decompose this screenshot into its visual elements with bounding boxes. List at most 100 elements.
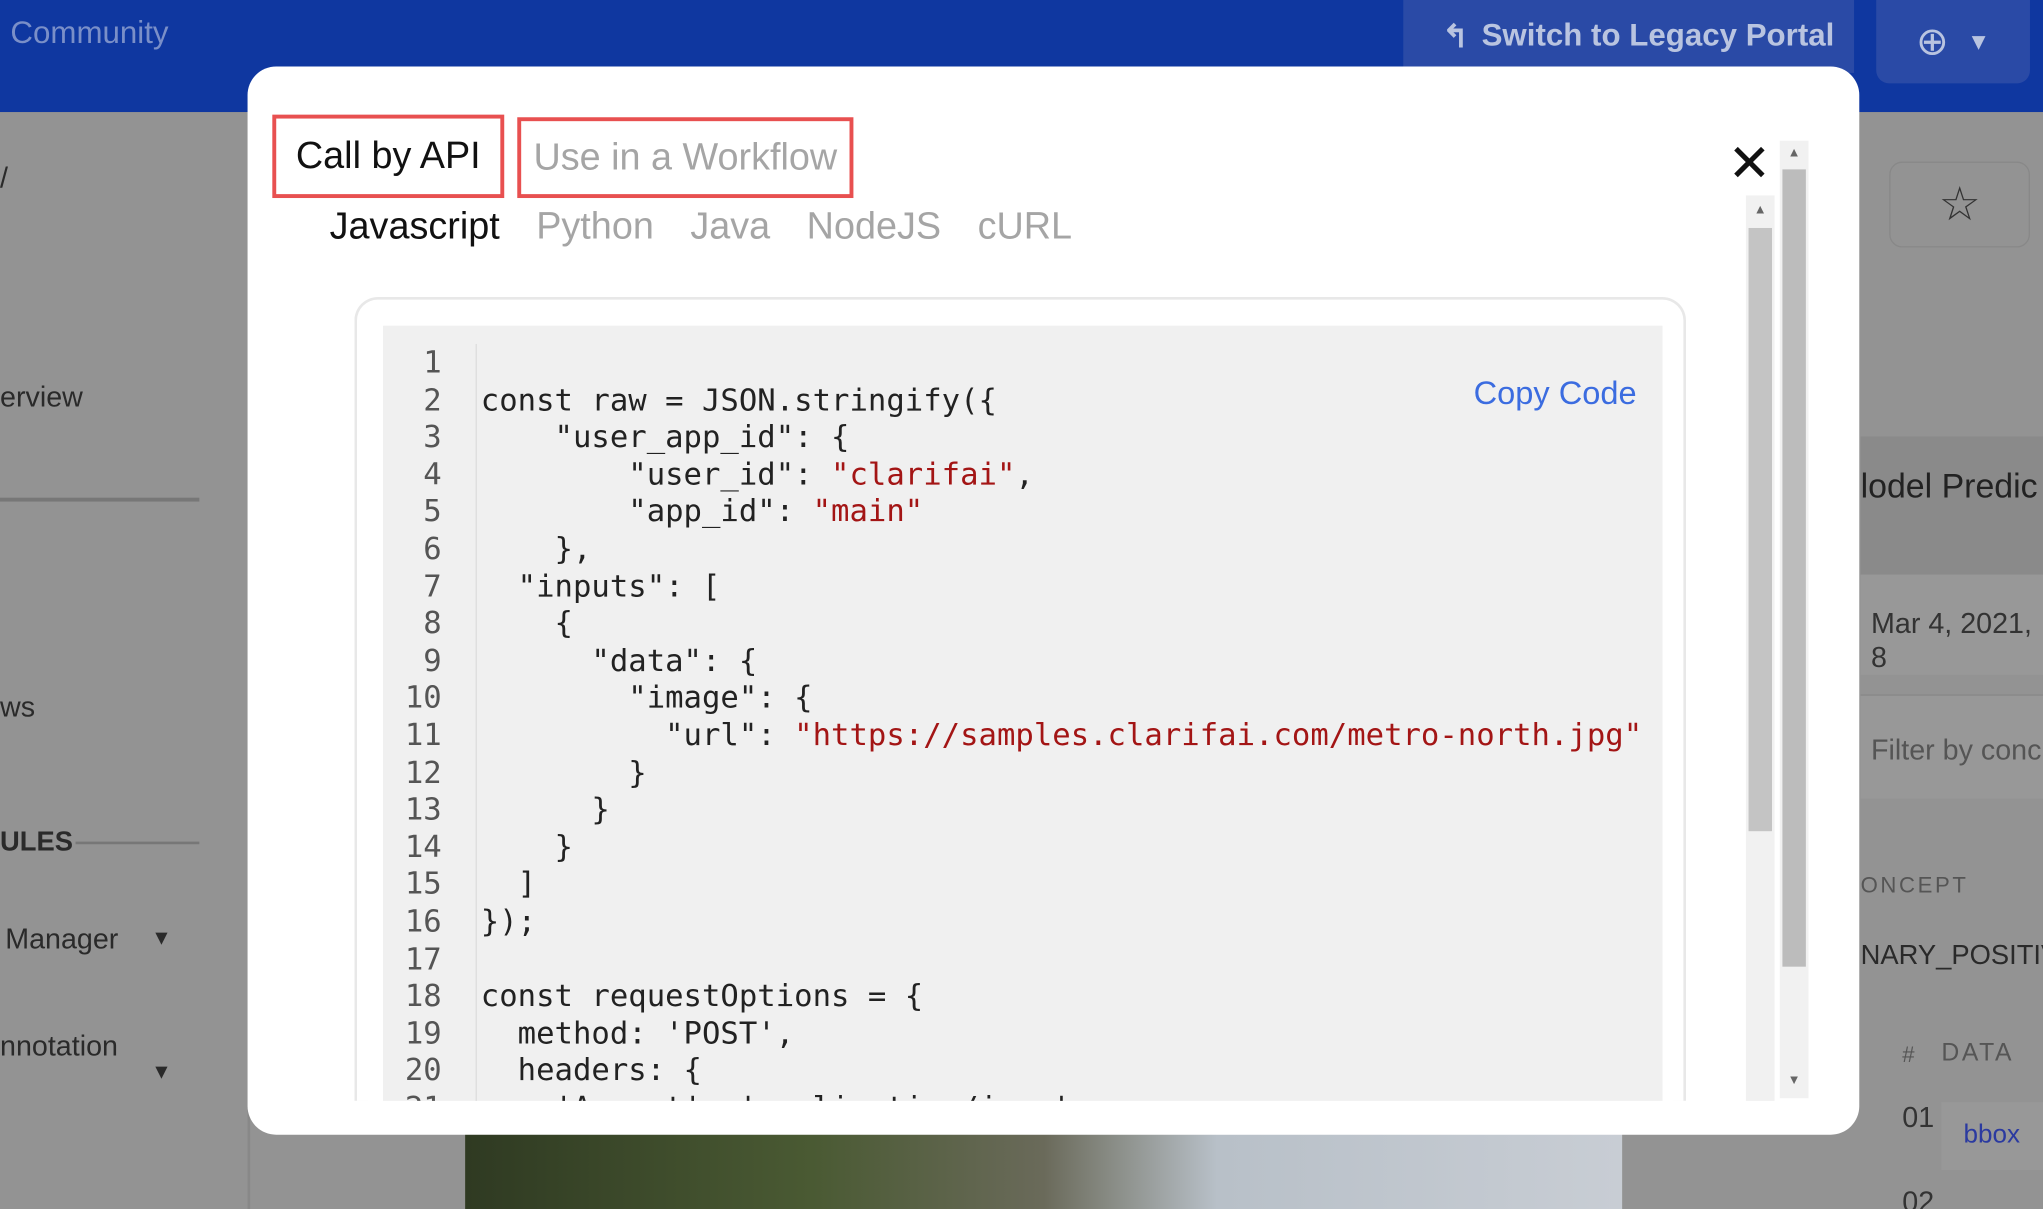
code-token: , <box>1015 455 1034 493</box>
code-token: "https://samples.clarifai.com/metro-nort… <box>794 716 1643 753</box>
row-number: 01 <box>1902 1100 1935 1134</box>
star-icon: ☆ <box>1938 177 1981 231</box>
code-line: "app_id": "main" <box>481 493 1642 530</box>
code-token: }); <box>480 902 537 940</box>
lang-tab-python[interactable]: Python <box>536 206 654 249</box>
code-token: } <box>480 790 610 828</box>
line-number: 10 <box>404 679 442 716</box>
code-token: "clarifai" <box>831 455 1016 493</box>
language-tabs: Javascript Python Java NodeJS cURL <box>330 206 1072 249</box>
code-scrollbar-thumb[interactable] <box>1748 227 1772 832</box>
switch-legacy-portal-button[interactable]: ↰ Switch to Legacy Portal <box>1403 0 1855 73</box>
code-token: headers: { <box>480 1051 702 1089</box>
code-line: headers: { <box>481 1052 1642 1089</box>
divider <box>75 841 200 845</box>
model-predictions-title: lodel Predic <box>1860 466 2038 506</box>
sidebar-item-annotation[interactable]: nnotation <box>0 1029 118 1063</box>
row-number: 02 <box>1902 1185 1935 1209</box>
code-token: const raw = JSON.stringify({ <box>480 381 997 418</box>
code-line: }, <box>481 530 1642 567</box>
plus-circle-icon: ⊕ <box>1915 20 1949 64</box>
code-line: } <box>481 828 1642 865</box>
line-numbers: 123456789101112131415161718192021 <box>383 343 477 1101</box>
line-number: 5 <box>423 492 442 530</box>
code-token: "image": { <box>480 679 813 716</box>
undo-arrow-icon: ↰ <box>1442 18 1469 55</box>
line-number: 20 <box>404 1051 442 1089</box>
line-number: 19 <box>404 1014 442 1051</box>
concept-value: NARY_POSITIV <box>1860 940 2043 971</box>
tab-call-by-api[interactable]: Call by API <box>272 114 505 199</box>
code-line: "inputs": [ <box>481 567 1642 604</box>
input-image-preview <box>465 1133 1623 1209</box>
code-lines: const raw = JSON.stringify({ "user_app_i… <box>481 344 1642 1101</box>
code-line: 'Accept': 'application/json', <box>481 1089 1642 1101</box>
line-number: 17 <box>404 939 442 977</box>
lang-tab-java[interactable]: Java <box>690 206 770 249</box>
filter-placeholder: Filter by conc <box>1871 733 2042 767</box>
star-button[interactable]: ☆ <box>1889 161 2030 248</box>
code-line: } <box>481 754 1642 791</box>
code-token: "url": <box>480 716 795 753</box>
scroll-down-arrow-icon[interactable]: ▼ <box>1788 1074 1801 1088</box>
caret-down-icon[interactable]: ▼ <box>151 1062 172 1085</box>
line-number: 16 <box>404 902 442 940</box>
sidebar-item-workflows[interactable]: ws <box>0 690 35 724</box>
line-number: 1 <box>423 343 442 381</box>
sidebar-item-overview[interactable]: erview <box>0 380 83 414</box>
hash-column-header: # <box>1902 1042 1915 1067</box>
line-number: 11 <box>404 716 442 753</box>
breadcrumb-slash: / <box>0 161 8 195</box>
code-token: 'Accept': 'application/json', <box>481 1089 1089 1101</box>
code-line: const requestOptions = { <box>481 977 1642 1014</box>
code-token: ] <box>480 865 537 902</box>
lang-tab-curl[interactable]: cURL <box>978 206 1072 249</box>
code-line: "image": { <box>481 679 1642 716</box>
code-block[interactable]: 123456789101112131415161718192021 const … <box>383 325 1663 1101</box>
prediction-date: Mar 4, 2021, 8 <box>1871 607 2032 674</box>
modal-scrollbar-thumb[interactable] <box>1782 169 1806 967</box>
line-number: 4 <box>423 455 442 493</box>
concept-column-header: ONCEPT <box>1860 872 1969 898</box>
line-number: 9 <box>423 641 442 679</box>
code-line: const raw = JSON.stringify({ <box>481 381 1642 418</box>
code-line: "data": { <box>481 642 1642 679</box>
line-number: 6 <box>423 530 442 567</box>
code-token: }, <box>480 530 592 567</box>
sidebar-item-manager[interactable]: Manager <box>5 922 118 956</box>
modules-heading: ULES <box>0 827 73 858</box>
code-line: { <box>481 605 1642 642</box>
code-line: method: 'POST', <box>481 1014 1642 1051</box>
close-icon[interactable]: ✕ <box>1728 138 1772 190</box>
code-token: { <box>480 604 573 642</box>
code-line: }); <box>481 903 1642 940</box>
scroll-up-arrow-icon[interactable]: ▲ <box>1788 146 1801 160</box>
legacy-label: Switch to Legacy Portal <box>1481 18 1835 54</box>
code-container: 123456789101112131415161718192021 const … <box>354 297 1686 1101</box>
nav-community-link[interactable]: Community <box>10 16 168 52</box>
code-token: "user_id": <box>628 455 832 493</box>
lang-tab-javascript[interactable]: Javascript <box>330 206 500 249</box>
code-token: "app_id": <box>628 492 813 530</box>
bbox-link[interactable]: bbox <box>1964 1120 2021 1150</box>
code-token: "user_app_id": { <box>554 418 850 455</box>
line-number: 13 <box>404 790 442 828</box>
code-line: ] <box>481 865 1642 902</box>
line-number: 3 <box>423 418 442 455</box>
caret-down-icon[interactable]: ▼ <box>151 928 172 951</box>
code-token: } <box>480 828 573 865</box>
copy-code-button[interactable]: Copy Code <box>1474 375 1637 413</box>
scroll-up-arrow-icon[interactable]: ▲ <box>1754 203 1767 217</box>
code-token: "main" <box>812 492 924 530</box>
code-token: const requestOptions = { <box>480 977 924 1014</box>
lang-tab-nodejs[interactable]: NodeJS <box>807 206 941 249</box>
add-menu-button[interactable]: ⊕ ▼ <box>1876 0 2030 84</box>
tab-use-in-workflow[interactable]: Use in a Workflow <box>517 117 854 199</box>
divider <box>0 497 200 502</box>
app-screen: Community ↰ Switch to Legacy Portal ⊕ ▼ / … <box>0 0 2043 1209</box>
data-column-header: DATA <box>1941 1039 2015 1067</box>
